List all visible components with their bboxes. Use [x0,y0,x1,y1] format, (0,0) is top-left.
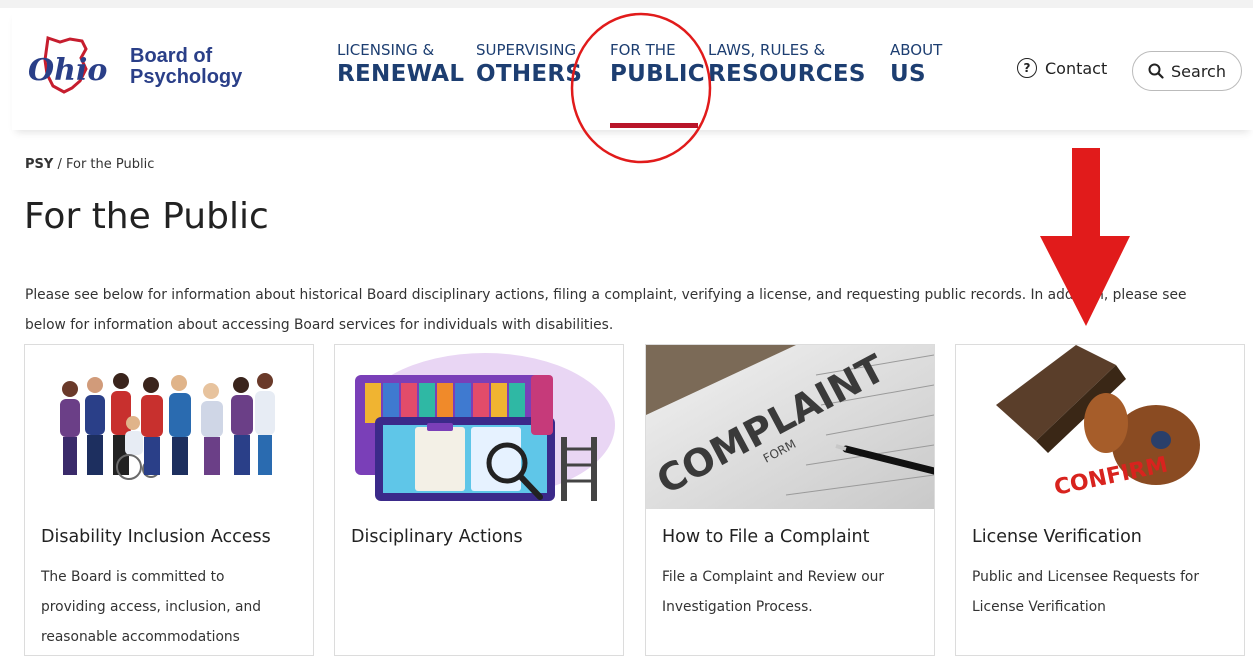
nav-supervising-others[interactable]: SUPERVISING OTHERS [476,41,582,89]
org-name-line1: Board of [130,45,213,67]
complaint-form-photo-icon: COMPLAINT FORM [646,345,934,509]
card-title[interactable]: Disability Inclusion Access [41,527,271,547]
card-description-line: Investigation Process. [662,599,813,615]
confirm-stamp-photo-icon: CONFIRM [956,345,1244,509]
card-license-verification[interactable]: CONFIRM License Verification Public and … [955,344,1245,656]
card-title[interactable]: Disciplinary Actions [351,527,523,547]
nav-licensing-small: LICENSING & [337,41,435,59]
nav-about-big: US [890,61,926,87]
card-description-line: License Verification [972,599,1106,615]
breadcrumb: PSY / For the Public [25,157,154,172]
card-description-line: Public and Licensee Requests for [972,569,1200,585]
breadcrumb-current: For the Public [65,157,155,172]
card-title[interactable]: How to File a Complaint [662,527,870,547]
card-description-line: File a Complaint and Review our [662,569,885,585]
red-circle-annotation [570,12,712,164]
contact-label: Contact [1045,58,1108,78]
breadcrumb-root-link[interactable]: PSY [25,157,53,172]
card-description: The Board is committed to providing acce… [41,562,303,652]
nav-licensing-renewal[interactable]: LICENSING & RENEWAL [337,41,464,89]
top-divider [0,0,1253,8]
search-button[interactable]: Search [1132,51,1242,91]
breadcrumb-separator: / [57,157,62,172]
nav-about-us[interactable]: ABOUT US [890,41,942,89]
nav-laws-rules-resources[interactable]: LAWS, RULES & RESOURCES [708,41,866,89]
red-arrow-annotation-icon [1040,148,1130,326]
ohio-board-logo[interactable]: Ohio Board of Psychology [26,36,256,96]
contact-link[interactable]: ? Contact [1017,58,1107,78]
org-name: Board of Psychology [130,46,242,88]
nav-supervising-big: OTHERS [476,61,583,87]
nav-laws-small: LAWS, RULES & [708,41,826,59]
card-disability-inclusion[interactable]: Disability Inclusion Access The Board is… [24,344,314,656]
nav-about-small: ABOUT [890,41,943,59]
card-description-line: The Board is committed to [41,569,225,585]
svg-text:Ohio: Ohio [28,53,107,88]
page-title: For the Public [24,196,269,237]
card-title[interactable]: License Verification [972,527,1142,547]
ohio-state-logo-icon: Ohio [28,36,107,94]
search-icon [1148,63,1164,79]
search-label: Search [1171,61,1226,81]
records-folders-illustration-icon [335,345,623,509]
card-disciplinary-actions[interactable]: Disciplinary Actions [334,344,624,656]
card-description: File a Complaint and Review our Investig… [662,562,924,622]
nav-supervising-small: SUPERVISING [476,41,577,59]
nav-licensing-big: RENEWAL [337,61,465,87]
card-description-line: providing access, inclusion, and [41,599,261,615]
org-name-line2: Psychology [130,66,243,88]
diverse-people-illustration-icon [25,345,313,509]
card-description: Public and Licensee Requests for License… [972,562,1234,622]
card-description-line: reasonable accommodations [41,629,240,645]
help-circle-icon: ? [1017,58,1037,78]
card-file-complaint[interactable]: COMPLAINT FORM How to File a Complaint F… [645,344,935,656]
nav-laws-big: RESOURCES [708,61,866,87]
